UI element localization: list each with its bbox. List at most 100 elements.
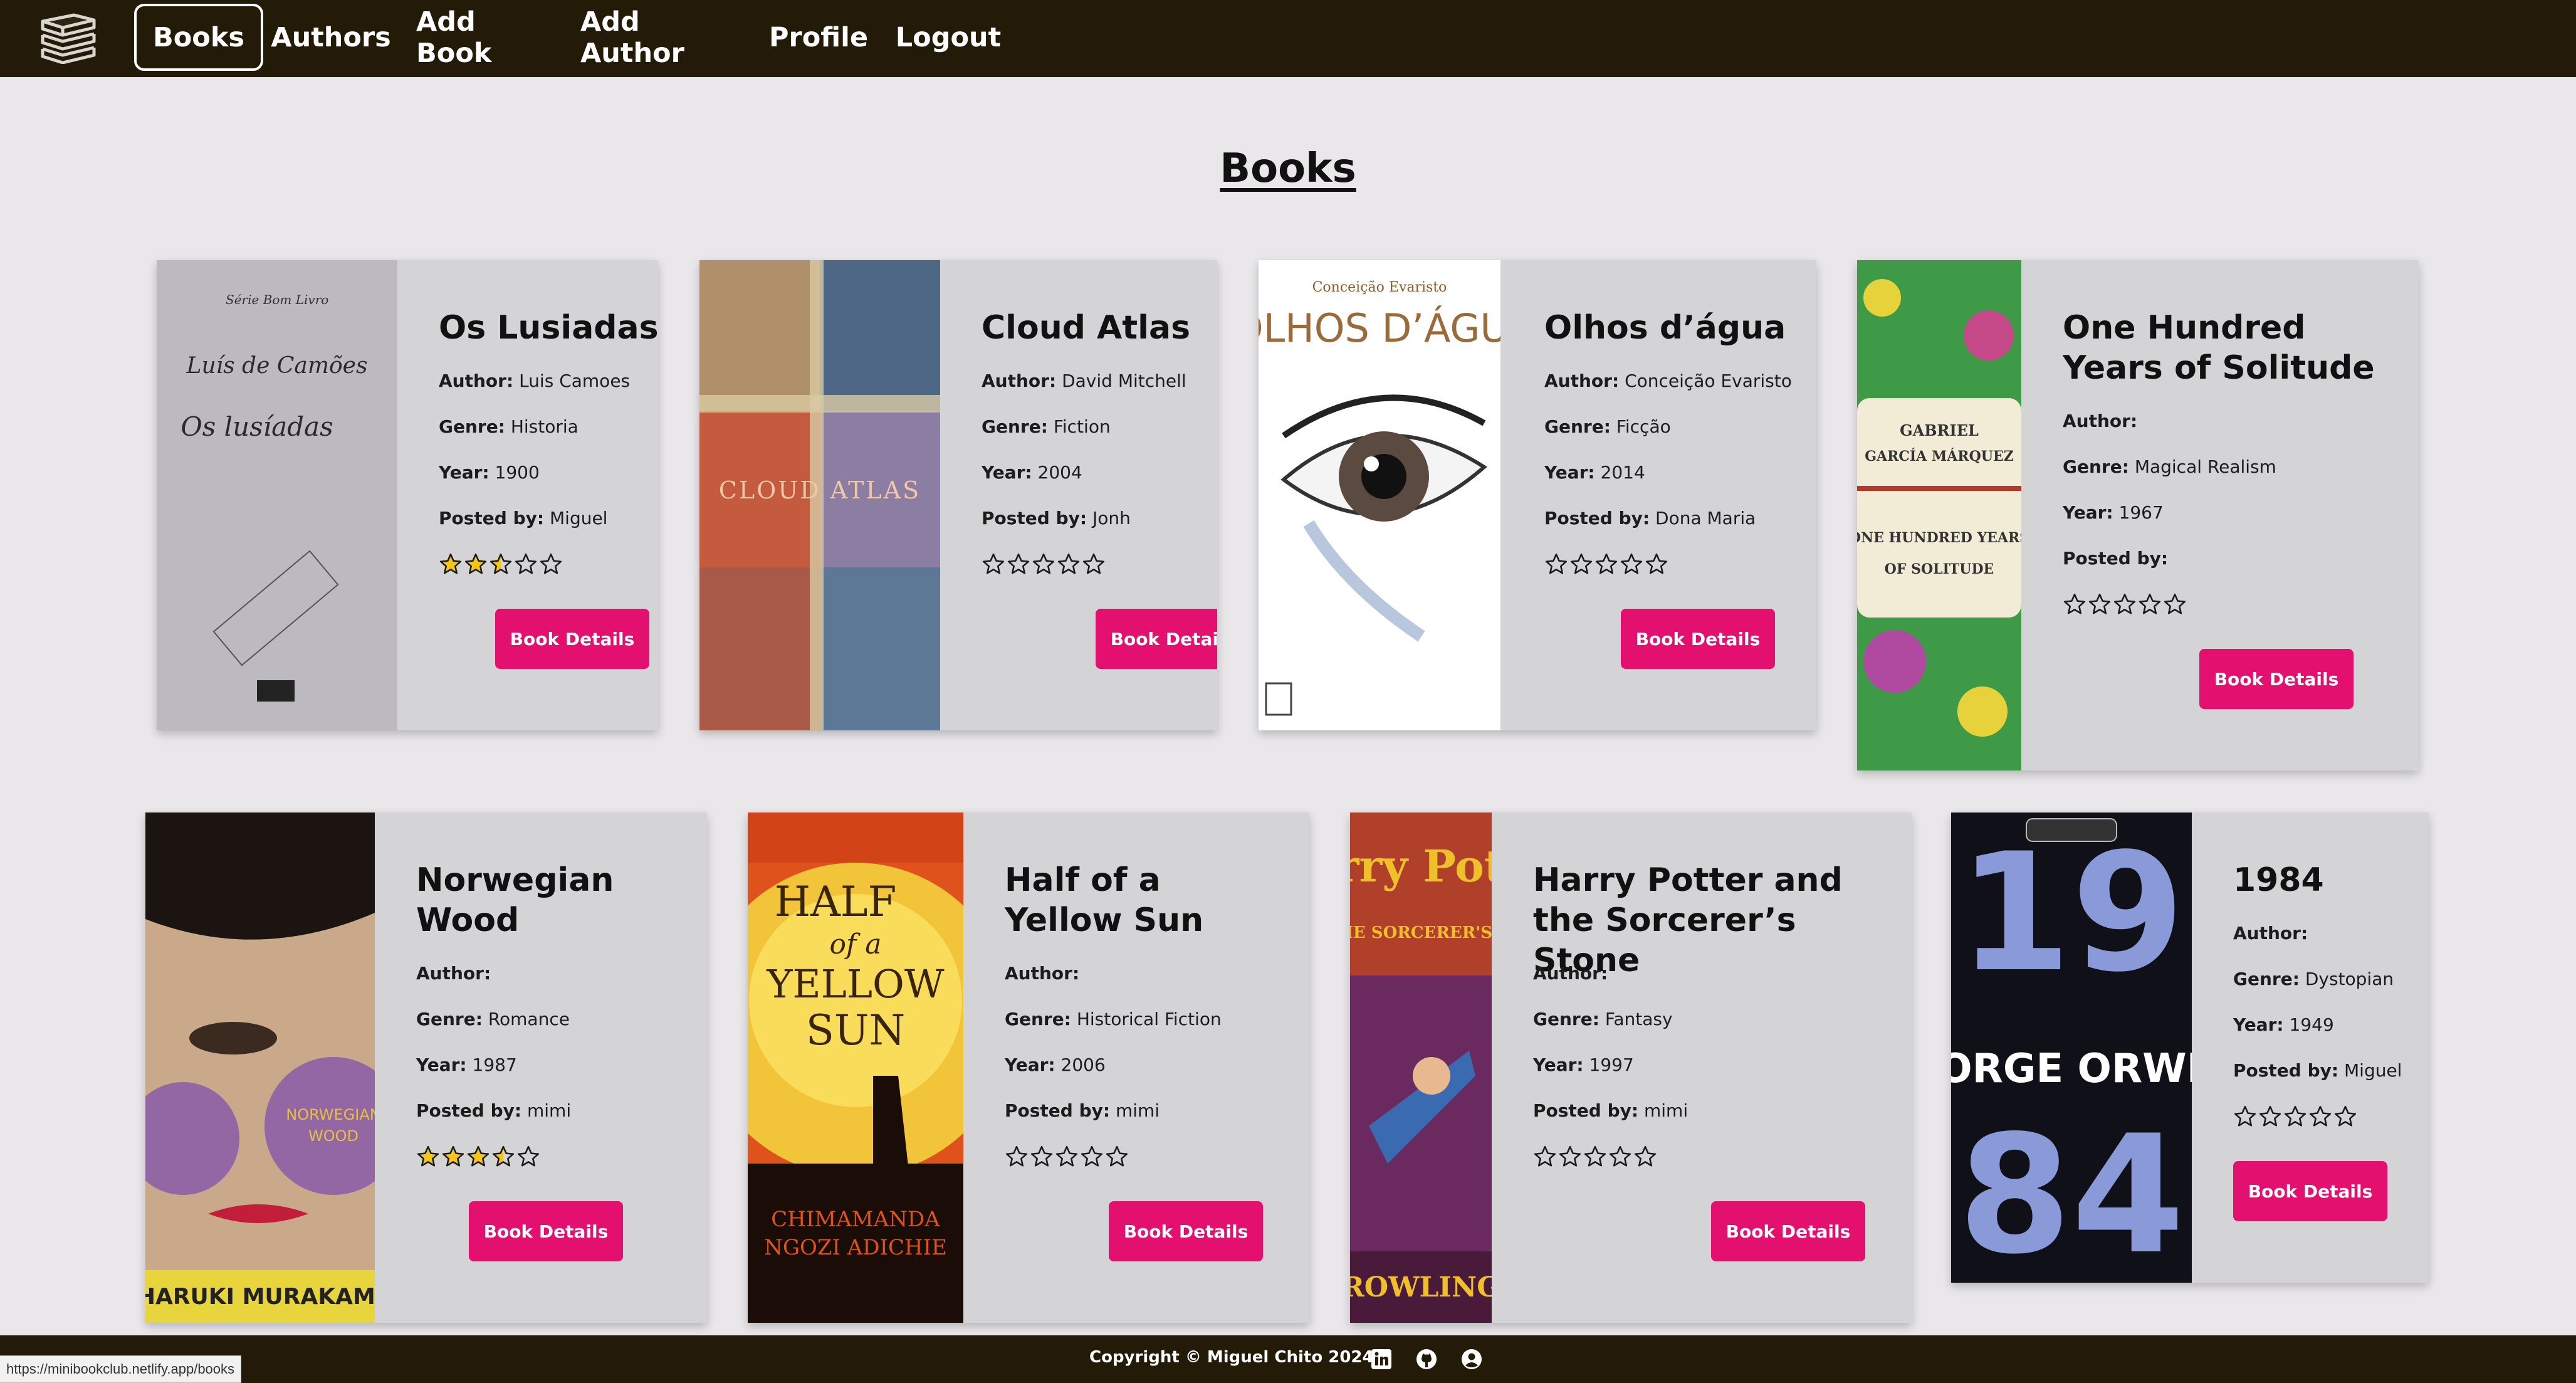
star-icon[interactable] — [1558, 1145, 1582, 1169]
cover-text: AND THE SORCERER'S STONE — [1350, 923, 1492, 942]
nav-add-author[interactable]: Add Author — [580, 4, 741, 71]
book-author: Author: David Mitchell — [982, 371, 1186, 391]
star-icon[interactable] — [1569, 552, 1593, 576]
cover-text: Os lusíadas — [181, 411, 333, 442]
star-icon[interactable] — [1007, 552, 1030, 576]
cover-text: Conceição Evaristo — [1312, 280, 1447, 295]
star-rating[interactable] — [982, 552, 1106, 576]
star-icon[interactable] — [2163, 592, 2187, 616]
book-author: Author: — [1533, 963, 1608, 984]
star-icon[interactable] — [514, 552, 538, 576]
star-icon[interactable] — [2088, 592, 2112, 616]
star-icon[interactable] — [1633, 1145, 1657, 1169]
nav-profile[interactable]: Profile — [769, 4, 868, 71]
star-icon[interactable] — [416, 1145, 440, 1169]
book-cover-image: Série Bom Livro Luís de Camões Os lusíad… — [157, 260, 397, 730]
star-icon[interactable] — [1057, 552, 1081, 576]
star-icon[interactable] — [2333, 1105, 2357, 1128]
star-icon[interactable] — [1005, 1145, 1029, 1169]
book-title: 1984 — [2233, 861, 2324, 899]
nav-add-book[interactable]: Add Book — [416, 4, 554, 71]
star-icon[interactable] — [1032, 552, 1055, 576]
star-icon[interactable] — [1533, 1145, 1557, 1169]
book-details-button[interactable]: Book Details — [1096, 609, 1217, 669]
book-year: Year: 2014 — [1544, 462, 1645, 483]
book-details-button[interactable]: Book Details — [469, 1201, 623, 1261]
copyright-text: Copyright © Miguel Chito 2024 — [1089, 1348, 1374, 1367]
book-details-button[interactable]: Book Details — [1109, 1201, 1263, 1261]
svg-text:Série Bom Livro: Série Bom Livro — [226, 292, 328, 307]
star-icon[interactable] — [2283, 1105, 2307, 1128]
book-genre: Genre: Magical Realism — [2063, 456, 2276, 477]
star-icon[interactable] — [1583, 1145, 1607, 1169]
book-card: GABRIEL GARCÍA MÁRQUEZ ONE HUNDRED YEARS… — [1857, 260, 2419, 770]
star-icon[interactable] — [1645, 552, 1668, 576]
linkedin-icon[interactable] — [1370, 1348, 1393, 1370]
github-icon[interactable] — [1415, 1348, 1438, 1370]
star-icon[interactable] — [1105, 1145, 1129, 1169]
star-rating[interactable] — [439, 552, 563, 576]
nav-books[interactable]: Books — [134, 4, 263, 71]
star-rating[interactable] — [1533, 1145, 1657, 1169]
book-title: One Hundred Years of Solitude — [2063, 309, 2375, 387]
star-icon[interactable] — [1620, 552, 1643, 576]
book-title: Half of a Yellow Sun — [1005, 861, 1204, 939]
star-rating[interactable] — [2233, 1105, 2357, 1128]
star-icon[interactable] — [539, 552, 563, 576]
star-icon[interactable] — [491, 1145, 515, 1169]
cover-text: GABRIEL — [1900, 421, 1979, 439]
star-icon[interactable] — [2113, 592, 2137, 616]
book-details-button[interactable]: Book Details — [2233, 1161, 2387, 1221]
star-icon[interactable] — [516, 1145, 540, 1169]
star-rating[interactable] — [1005, 1145, 1129, 1169]
star-icon[interactable] — [1082, 552, 1106, 576]
cover-text: 84 — [1958, 1101, 2185, 1283]
star-icon[interactable] — [1030, 1145, 1054, 1169]
star-icon[interactable] — [1055, 1145, 1079, 1169]
star-icon[interactable] — [2308, 1105, 2332, 1128]
book-details-button[interactable]: Book Details — [1621, 609, 1775, 669]
book-details-button[interactable]: Book Details — [495, 609, 649, 669]
book-year: Year: 1967 — [2063, 502, 2164, 523]
book-posted-by: Posted by: Miguel — [439, 508, 608, 528]
star-icon[interactable] — [2258, 1105, 2282, 1128]
star-icon[interactable] — [1080, 1145, 1104, 1169]
nav-authors[interactable]: Authors — [270, 4, 392, 71]
books-stack-logo-icon[interactable] — [36, 10, 99, 64]
cover-text: SUN — [806, 1006, 906, 1054]
nav-logout[interactable]: Logout — [896, 4, 1001, 71]
star-icon[interactable] — [1544, 552, 1568, 576]
book-year: Year: 1987 — [416, 1054, 517, 1075]
page-title: Books — [1220, 145, 1356, 192]
book-title: Norwegian Wood — [416, 861, 614, 939]
book-posted-by: Posted by: Dona Maria — [1544, 508, 1756, 528]
star-icon[interactable] — [489, 552, 513, 576]
cover-text: 19 — [1958, 819, 2185, 1008]
star-rating[interactable] — [416, 1145, 540, 1169]
cover-text: ONE HUNDRED YEARS — [1857, 530, 2021, 546]
book-info: Harry Potter and the Sorcerer’s Stone Au… — [1492, 812, 1912, 1323]
star-icon[interactable] — [2063, 592, 2086, 616]
star-icon[interactable] — [464, 552, 488, 576]
book-details-button[interactable]: Book Details — [1711, 1201, 1865, 1261]
book-title: Cloud Atlas — [982, 309, 1191, 347]
star-icon[interactable] — [439, 552, 463, 576]
star-icon[interactable] — [982, 552, 1005, 576]
star-icon[interactable] — [466, 1145, 490, 1169]
cover-text: NGOZI ADICHIE — [764, 1235, 947, 1260]
user-circle-icon[interactable] — [1460, 1348, 1483, 1370]
footer: Copyright © Miguel Chito 2024 — [0, 1335, 2576, 1383]
cover-text: ROWLING — [1350, 1271, 1492, 1303]
star-icon[interactable] — [2233, 1105, 2257, 1128]
star-rating[interactable] — [2063, 592, 2187, 616]
book-posted-by: Posted by: Jonh — [982, 508, 1131, 528]
star-icon[interactable] — [1594, 552, 1618, 576]
star-icon[interactable] — [1608, 1145, 1632, 1169]
star-rating[interactable] — [1544, 552, 1668, 576]
book-author: Author: — [1005, 963, 1080, 984]
book-info: Half of a Yellow Sun Author: Genre: Hist… — [963, 812, 1309, 1323]
book-year: Year: 2006 — [1005, 1054, 1106, 1075]
book-details-button[interactable]: Book Details — [2199, 649, 2353, 709]
star-icon[interactable] — [441, 1145, 465, 1169]
star-icon[interactable] — [2138, 592, 2162, 616]
